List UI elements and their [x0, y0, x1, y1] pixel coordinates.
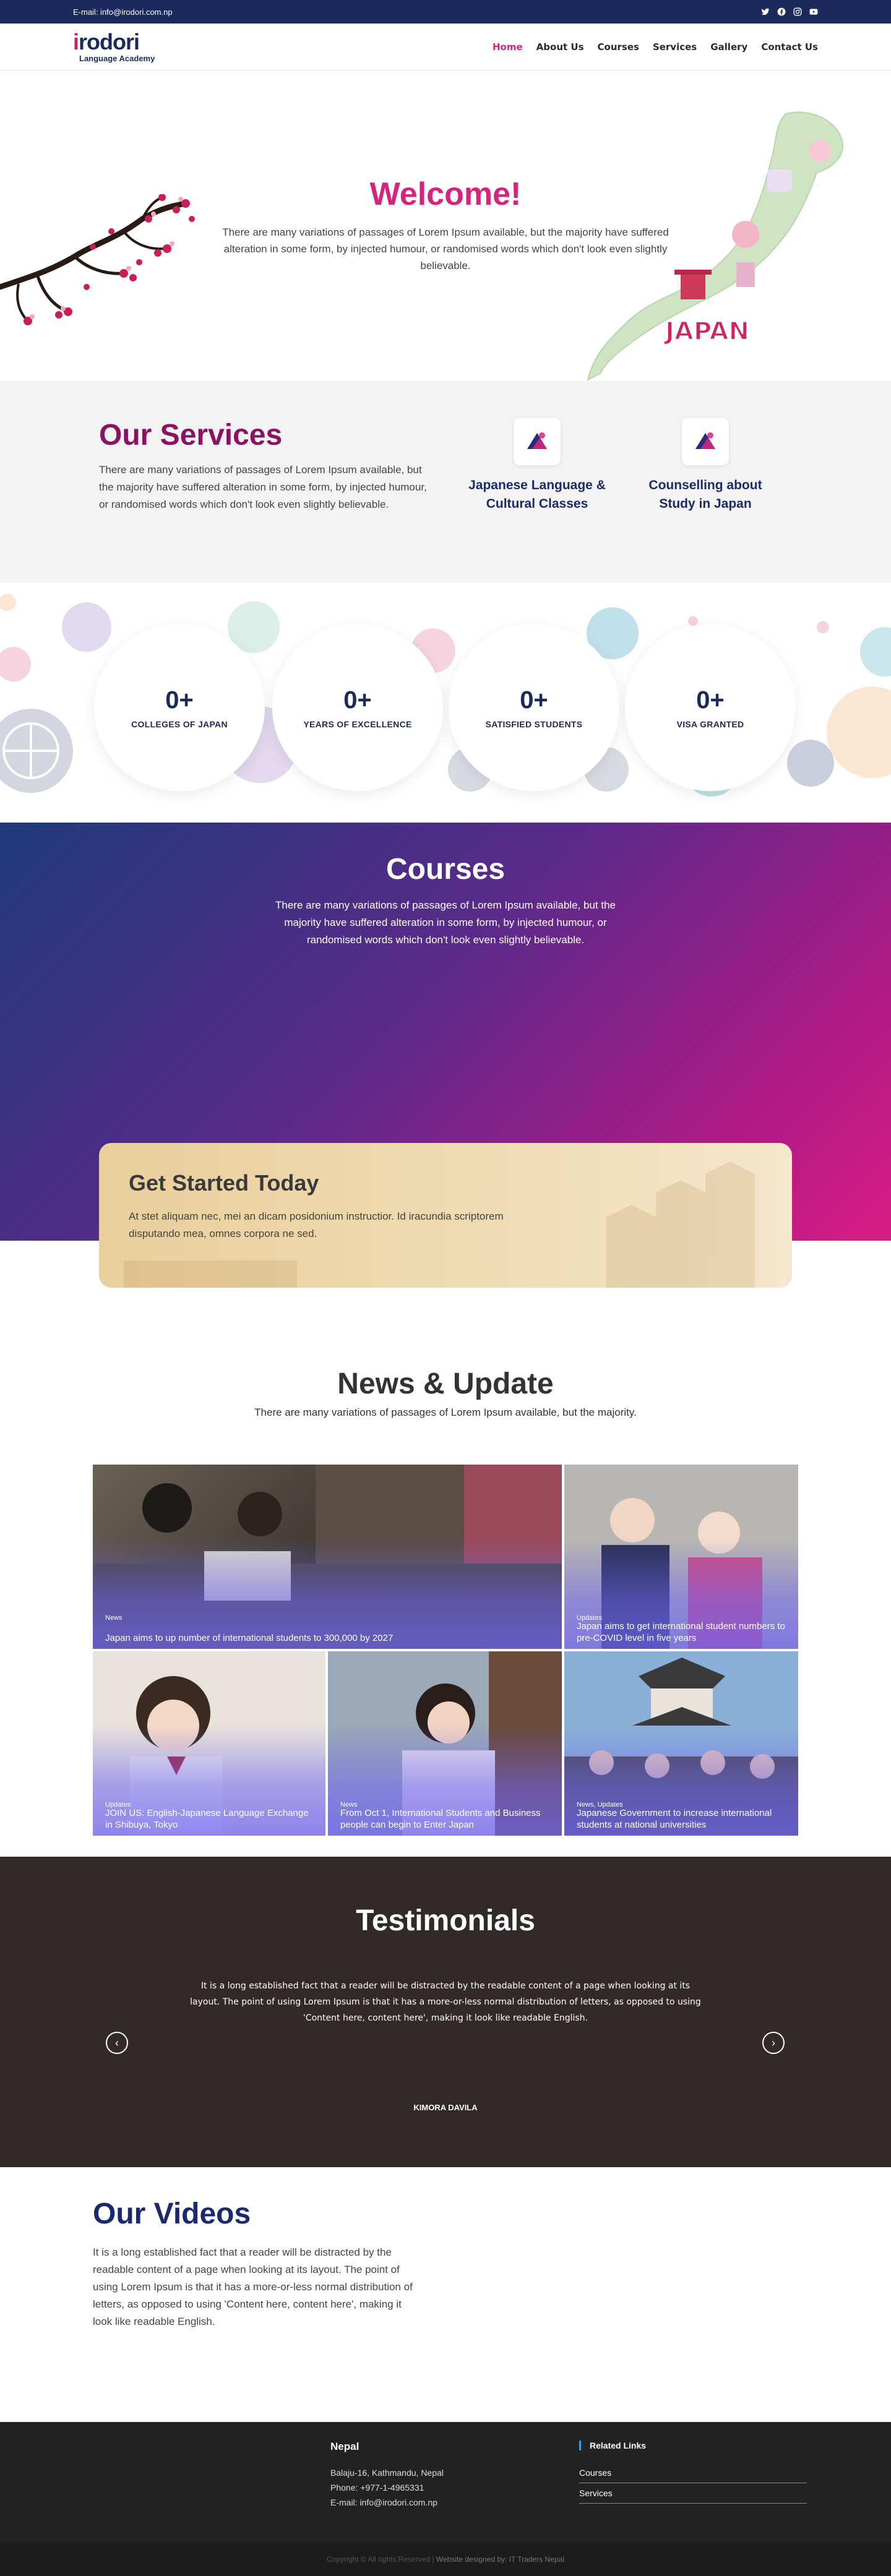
welcome-text: There are many variations of passages of… [222, 226, 669, 272]
news-title: News & Update [337, 1367, 554, 1400]
services-section: Our Services There are many variations o… [0, 381, 891, 583]
courses-text: There are many variations of passages of… [275, 899, 616, 946]
videos-section: Our Videos It is a long established fact… [0, 2167, 891, 2422]
footer-contact: Nepal Balaju-16, Kathmandu, Nepal Phone:… [330, 2441, 444, 2510]
news-title-link[interactable]: JOIN US: English-Japanese Language Excha… [105, 1807, 313, 1831]
logo-tagline: Language Academy [79, 54, 155, 63]
news-category: News [105, 1614, 123, 1622]
news-card[interactable]: News From Oct 1, International Students … [328, 1651, 562, 1836]
testimonial-author: KIMORA DAVILA [413, 2103, 478, 2112]
videos-text: It is a long established fact that a rea… [93, 2246, 413, 2327]
prev-arrow-icon[interactable]: ‹ [106, 2032, 128, 2054]
service-card-language[interactable]: Japanese Language & Cultural Classes [463, 418, 611, 513]
footer-link-services[interactable]: Services [579, 2483, 807, 2504]
news-card[interactable]: Updates Japan aims to get international … [564, 1465, 798, 1649]
news-title-link[interactable]: From Oct 1, International Students and B… [340, 1807, 549, 1831]
news-title-link[interactable]: Japan aims to get international student … [577, 1620, 786, 1644]
stat-years: 0+ YEARS OF EXCELLENCE [272, 624, 443, 791]
cherry-blossom-image [0, 194, 195, 325]
stat-label: COLLEGES OF JAPAN [131, 719, 228, 729]
stat-label: YEARS OF EXCELLENCE [303, 719, 412, 729]
youtube-icon[interactable] [809, 7, 818, 16]
facebook-icon[interactable] [777, 7, 786, 16]
nav-about-us[interactable]: About Us [536, 41, 584, 53]
testimonial-quote: It is a long established fact that a rea… [190, 1981, 701, 2023]
get-started-text: At stet aliquam nec, mei an dicam posido… [129, 1210, 504, 1239]
site-header: irodori Language Academy Home About Us C… [0, 24, 891, 71]
social-links [761, 7, 818, 16]
services-text: There are many variations of passages of… [99, 464, 427, 510]
site-footer: Nepal Balaju-16, Kathmandu, Nepal Phone:… [0, 2422, 891, 2543]
service-card-title: Japanese Language & Cultural Classes [468, 478, 606, 511]
welcome-title: Welcome! [369, 176, 522, 212]
welcome-section: JAPAN Welcome! There are many variations… [0, 71, 891, 381]
related-links-title: Related Links [579, 2441, 807, 2450]
footer-link-courses[interactable]: Courses [579, 2463, 807, 2483]
footer-heading: Nepal [330, 2441, 359, 2452]
testimonials-title: Testimonials [356, 1904, 535, 1937]
nav-contact-us[interactable]: Contact Us [761, 41, 818, 53]
top-bar: E-mail: info@irodori.com.np [0, 0, 891, 24]
stat-colleges: 0+ COLLEGES OF JAPAN [94, 624, 265, 791]
stats-section: 0+ COLLEGES OF JAPAN 0+ YEARS OF EXCELLE… [0, 583, 891, 823]
stat-students: 0+ SATISFIED STUDENTS [449, 624, 619, 791]
footer-related-links: Related Links Courses Services [579, 2441, 807, 2504]
nav-courses[interactable]: Courses [598, 41, 639, 53]
services-title: Our Services [99, 419, 283, 451]
service-card-counselling[interactable]: Counselling about Study in Japan [631, 418, 780, 513]
instagram-icon[interactable] [793, 7, 802, 16]
courses-wrapper: Courses There are many variations of pas… [0, 823, 891, 1340]
news-section: News & Update There are many variations … [0, 1340, 891, 1857]
videos-title: Our Videos [93, 2197, 251, 2230]
stat-visa: 0+ VISA GRANTED [625, 624, 796, 791]
service-card-title: Counselling about Study in Japan [648, 478, 762, 511]
topbar-email[interactable]: E-mail: info@irodori.com.np [73, 7, 173, 17]
news-subtitle: There are many variations of passages of… [254, 1406, 637, 1418]
counselling-icon [682, 418, 729, 465]
news-title-link[interactable]: Japanese Government to increase internat… [577, 1807, 786, 1831]
stat-value: 0+ [696, 686, 725, 714]
courses-title: Courses [385, 853, 506, 886]
stat-label: VISA GRANTED [676, 719, 744, 729]
get-started-title: Get Started Today [129, 1170, 319, 1196]
news-card[interactable]: Updates JOIN US: English-Japanese Langua… [93, 1651, 325, 1836]
stat-value: 0+ [520, 686, 548, 714]
testimonials-section: Testimonials It is a long established fa… [0, 1857, 891, 2167]
footer-address: Balaju-16, Kathmandu, Nepal [330, 2468, 444, 2478]
japan-map-label: JAPAN [663, 317, 749, 346]
language-class-icon [514, 418, 561, 465]
nav-services[interactable]: Services [653, 41, 697, 53]
nav-gallery[interactable]: Gallery [710, 41, 747, 53]
news-card[interactable]: News, Updates Japanese Government to inc… [564, 1651, 798, 1836]
copyright-bar: Copyright © All rights Reserved | Websit… [0, 2543, 891, 2576]
news-title-link[interactable]: Japan aims to up number of international… [105, 1632, 549, 1644]
next-arrow-icon[interactable]: › [762, 2032, 785, 2054]
twitter-icon[interactable] [761, 7, 770, 16]
stat-label: SATISFIED STUDENTS [485, 719, 583, 729]
stat-value: 0+ [343, 686, 372, 714]
site-logo[interactable]: irodori Language Academy [73, 31, 155, 63]
footer-email[interactable]: E-mail: info@irodori.com.np [330, 2495, 444, 2510]
get-started-banner[interactable]: Get Started Today At stet aliquam nec, m… [99, 1143, 792, 1288]
main-nav: Home About Us Courses Services Gallery C… [493, 41, 818, 53]
stat-value: 0+ [165, 686, 194, 714]
nav-home[interactable]: Home [493, 41, 523, 53]
footer-phone[interactable]: Phone: +977-1-4965331 [330, 2480, 444, 2495]
news-card[interactable]: News Japan aims to up number of internat… [93, 1465, 562, 1649]
